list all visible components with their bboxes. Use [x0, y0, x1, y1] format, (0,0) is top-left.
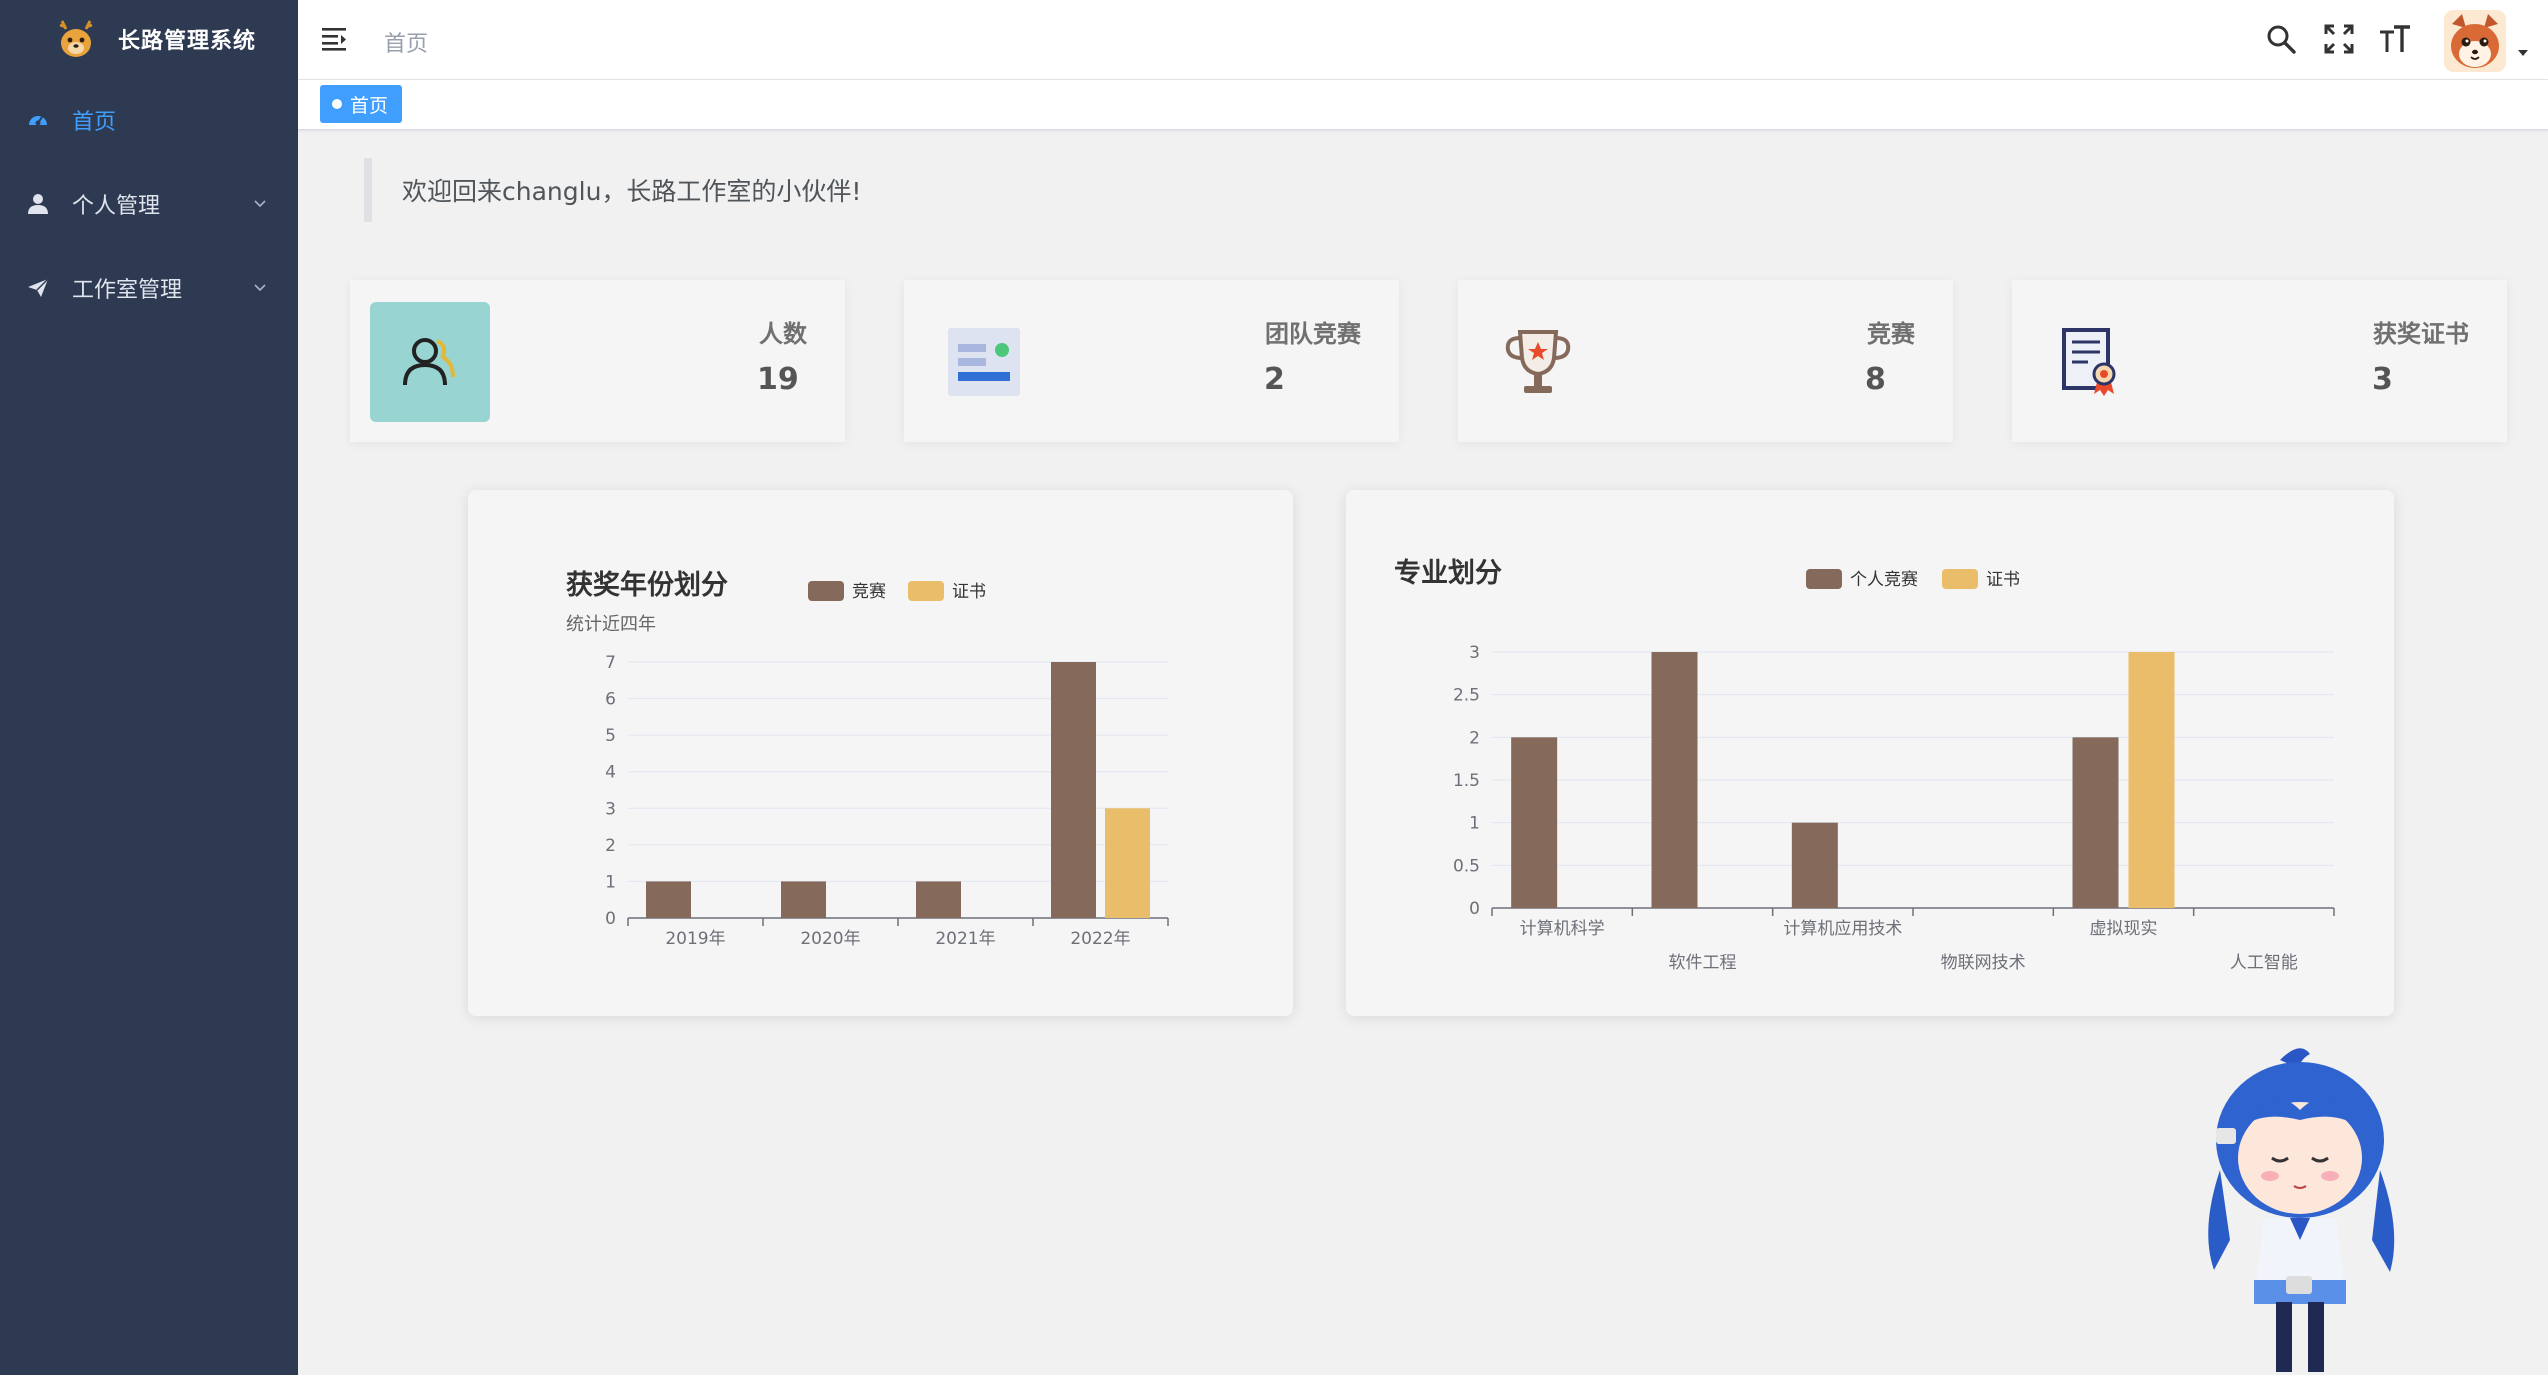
y-tick-label: 5	[605, 726, 616, 746]
active-dot-icon	[332, 99, 342, 109]
x-tick-label: 2021年	[935, 929, 995, 949]
sidebar-item-label: 个人管理	[72, 194, 161, 219]
bar-竞赛-2019年	[646, 881, 691, 918]
brand[interactable]: 长路管理系统	[0, 0, 298, 78]
avatar[interactable]	[2444, 10, 2506, 72]
legend-swatch	[1806, 569, 1842, 589]
x-tick-label: 计算机应用技术	[1783, 919, 1902, 939]
y-tick-label: 3	[605, 799, 616, 819]
welcome-text: 欢迎回来changlu，长路工作室的小伙伴!	[402, 177, 862, 206]
chevron-down-icon	[254, 200, 266, 208]
top-navbar: 首页	[298, 0, 2548, 80]
legend-label: 证书	[1986, 570, 2020, 590]
legend-swatch	[808, 581, 844, 601]
legend-swatch	[1942, 569, 1978, 589]
trophy-icon	[1478, 302, 1598, 422]
welcome-banner: 欢迎回来changlu，长路工作室的小伙伴!	[364, 158, 861, 222]
majors-bar-chart: 专业划分 个人竞赛 证书 0 0.5 1 1.5 2 2.5 3 计算机科学软件工程 计算机应用技…	[1394, 558, 2335, 973]
tag-label: 首页	[350, 94, 389, 117]
breadcrumb[interactable]: 首页	[384, 26, 428, 58]
stat-label: 人数	[759, 320, 807, 348]
x-tick-label: 2022年	[1070, 929, 1130, 949]
sidebar-item-label: 工作室管理	[72, 278, 183, 303]
caret-down-icon[interactable]	[2516, 48, 2530, 58]
y-tick-label: 2	[605, 836, 616, 856]
tag-home[interactable]: 首页	[320, 85, 403, 123]
bar-个人竞赛-虚拟现实	[2072, 737, 2119, 908]
stat-card-members[interactable]: 人数 19	[350, 280, 845, 442]
y-tick-label: 2.5	[1453, 686, 1480, 706]
avatar-image	[2444, 10, 2506, 72]
sidebar-item-label: 首页	[72, 110, 117, 135]
stat-card-team-competitions[interactable]: 团队竞赛 2	[904, 280, 1399, 442]
x-tick-label: 人工智能	[2230, 953, 2298, 973]
x-tick-label: 软件工程	[1669, 953, 1737, 973]
y-tick-label: 2	[1469, 728, 1480, 748]
award-years-bar-chart: 获奖年份划分 统计近四年 竞赛 证书 0 1 2 3 4 5 6 7 2019年 2020年 2021…	[566, 569, 1169, 949]
chart-title: 获奖年份划分	[566, 569, 728, 601]
stat-card-certificates[interactable]: 获奖证书 3	[2012, 280, 2507, 442]
x-tick-label: 虚拟现实	[2090, 919, 2158, 939]
bar-个人竞赛-软件工程	[1651, 652, 1698, 908]
bar-竞赛-2022年	[1051, 662, 1096, 918]
stat-value: 3	[2372, 362, 2393, 397]
sidebar: 长路管理系统 首页 个人管理 工作室管理	[0, 0, 298, 1375]
bar-竞赛-2020年	[781, 881, 826, 918]
x-tick-label: 2019年	[665, 929, 725, 949]
stat-label: 团队竞赛	[1265, 320, 1361, 348]
sidebar-item-personal[interactable]: 个人管理	[0, 162, 298, 246]
y-tick-label: 1	[1469, 814, 1480, 834]
legend-label: 证书	[952, 582, 986, 602]
chart-card-majors: 专业划分 个人竞赛 证书 0 0.5 1 1.5 2 2.5 3 计算机科学软件工程 计算机应用技…	[1346, 490, 2394, 1016]
legend-swatch	[908, 581, 944, 601]
stat-value: 19	[757, 362, 799, 397]
bar-竞赛-2021年	[916, 881, 961, 918]
brand-title: 长路管理系统	[118, 29, 257, 54]
x-tick-label: 2020年	[800, 929, 860, 949]
stat-label: 竞赛	[1867, 320, 1915, 348]
sidebar-item-home[interactable]: 首页	[0, 78, 298, 162]
chevron-down-icon	[254, 284, 266, 292]
bar-证书-虚拟现实	[2128, 652, 2175, 908]
y-tick-label: 4	[605, 763, 616, 783]
legend-label: 竞赛	[852, 581, 886, 602]
search-icon[interactable]	[2264, 22, 2298, 56]
user-icon	[26, 192, 50, 216]
hamburger-menu-icon[interactable]	[322, 26, 350, 52]
bar-个人竞赛-计算机科学	[1511, 737, 1558, 908]
y-tick-label: 7	[605, 653, 616, 673]
y-tick-label: 1	[605, 872, 616, 892]
x-tick-label: 物联网技术	[1941, 953, 2026, 973]
fullscreen-icon[interactable]	[2322, 22, 2356, 56]
deer-logo-icon	[59, 20, 93, 57]
y-tick-label: 0.5	[1453, 856, 1480, 876]
stat-card-competitions[interactable]: 竞赛 8	[1458, 280, 1953, 442]
dashboard-icon	[26, 108, 50, 132]
bar-证书-2022年	[1105, 808, 1150, 918]
stat-value: 8	[1865, 362, 1886, 397]
paper-plane-icon	[26, 276, 50, 300]
legend-label: 个人竞赛	[1850, 569, 1918, 590]
sidebar-item-studio[interactable]: 工作室管理	[0, 246, 298, 330]
chart-card-award-years: 获奖年份划分 统计近四年 竞赛 证书 0 1 2 3 4 5 6 7 2019年 2020年 2021…	[468, 490, 1293, 1016]
stat-label: 获奖证书	[2373, 320, 2469, 348]
y-tick-label: 1.5	[1453, 771, 1480, 791]
y-tick-label: 6	[605, 690, 616, 710]
y-tick-label: 0	[1469, 899, 1480, 919]
x-tick-label: 计算机科学	[1520, 919, 1605, 939]
certificate-icon	[2032, 302, 2152, 422]
bar-个人竞赛-计算机应用技术	[1791, 822, 1838, 908]
chart-subtitle: 统计近四年	[566, 614, 656, 635]
people-icon	[370, 302, 490, 422]
team-card-icon	[924, 302, 1044, 422]
y-tick-label: 3	[1469, 643, 1480, 663]
chart-title: 专业划分	[1394, 558, 1502, 589]
y-tick-label: 0	[605, 909, 616, 929]
font-size-icon[interactable]	[2378, 22, 2412, 56]
tags-view-bar: 首页	[298, 80, 2548, 130]
stat-value: 2	[1264, 362, 1285, 397]
anime-mascot-image	[2208, 1048, 2395, 1372]
